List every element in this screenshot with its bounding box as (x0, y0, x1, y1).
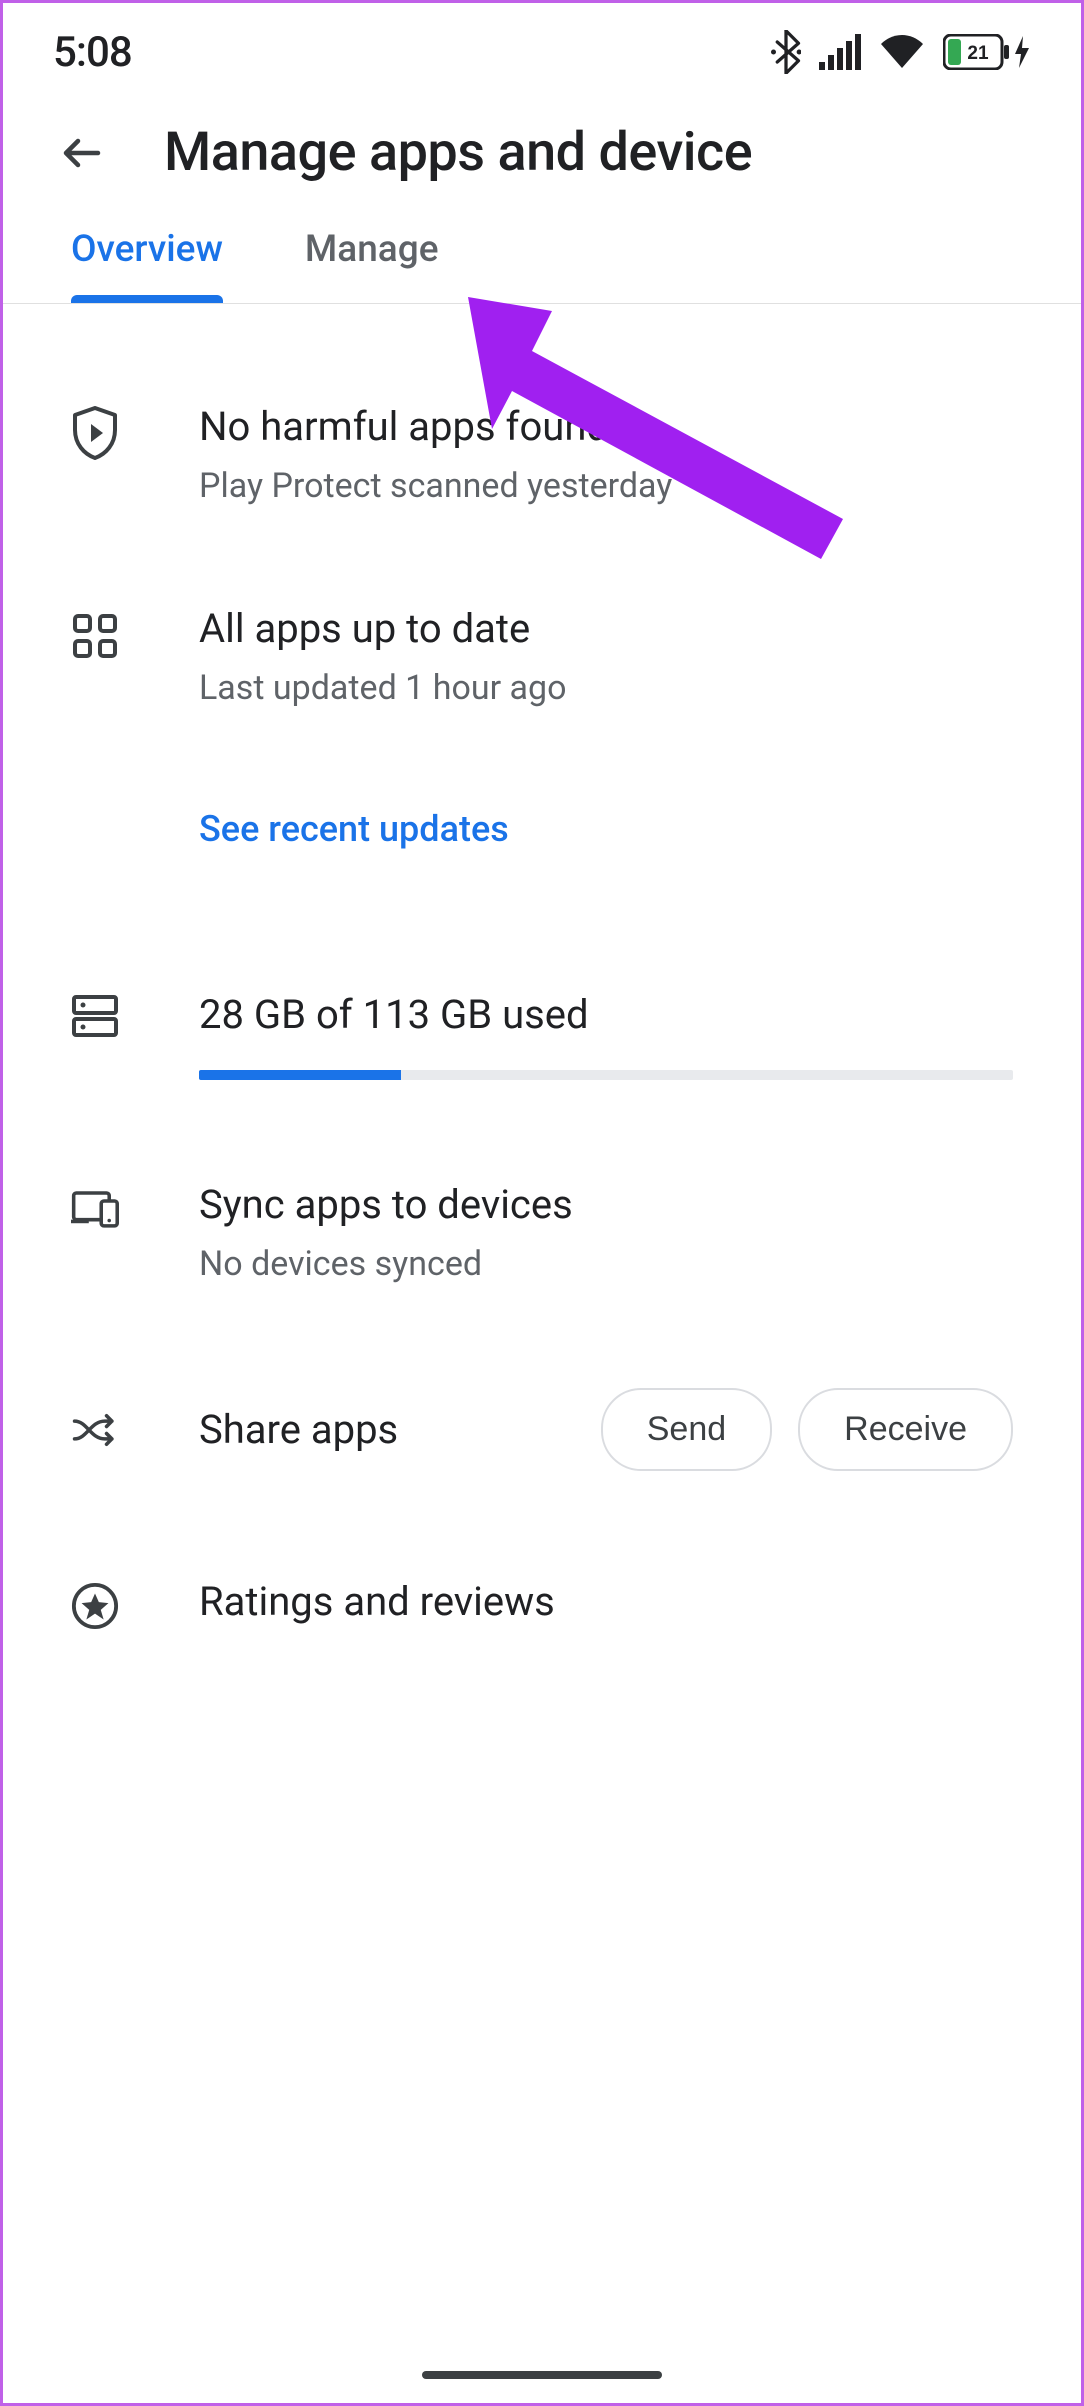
storage-bar-fill (199, 1070, 401, 1080)
play-protect-sub: Play Protect scanned yesterday (199, 466, 1013, 506)
apps-grid-icon (73, 614, 117, 658)
wifi-icon (879, 34, 925, 70)
tab-bar: Overview Manage (3, 228, 1081, 304)
status-icons: 21 (771, 30, 1031, 74)
row-play-protect[interactable]: No harmful apps found Play Protect scann… (3, 402, 1081, 506)
page-title: Manage apps and device (164, 121, 752, 184)
row-updates[interactable]: All apps up to date Last updated 1 hour … (3, 604, 1081, 850)
app-header: Manage apps and device (3, 93, 1081, 228)
share-title: Share apps (199, 1406, 575, 1453)
back-button[interactable] (58, 129, 106, 177)
status-bar: 5:08 21 (3, 3, 1081, 93)
bluetooth-icon (771, 30, 801, 74)
content: No harmful apps found Play Protect scann… (3, 402, 1081, 1631)
updates-title: All apps up to date (199, 604, 1013, 654)
row-ratings[interactable]: Ratings and reviews (3, 1577, 1081, 1631)
row-sync[interactable]: Sync apps to devices No devices synced (3, 1180, 1081, 1284)
storage-title: 28 GB of 113 GB used (199, 990, 1013, 1040)
receive-button[interactable]: Receive (798, 1388, 1013, 1471)
tab-overview[interactable]: Overview (71, 228, 223, 303)
shuffle-icon (71, 1410, 119, 1450)
status-time: 5:08 (53, 28, 132, 77)
tab-manage[interactable]: Manage (305, 228, 439, 303)
storage-bar (199, 1070, 1013, 1080)
row-storage[interactable]: 28 GB of 113 GB used (3, 990, 1081, 1080)
row-share: Share apps Send Receive (3, 1388, 1081, 1471)
play-protect-title: No harmful apps found (199, 402, 1013, 452)
devices-icon (71, 1188, 119, 1230)
send-button[interactable]: Send (601, 1388, 772, 1471)
home-indicator[interactable] (422, 2371, 662, 2379)
storage-icon (71, 994, 119, 1038)
cellular-signal-icon (819, 34, 861, 70)
updates-sub: Last updated 1 hour ago (199, 668, 1013, 708)
battery-indicator: 21 (943, 34, 1031, 70)
see-recent-updates-link[interactable]: See recent updates (199, 808, 509, 850)
shield-play-icon (71, 406, 119, 460)
svg-text:21: 21 (967, 43, 989, 64)
star-circle-icon (71, 1581, 119, 1631)
arrow-left-icon (58, 129, 106, 177)
ratings-title: Ratings and reviews (199, 1577, 1013, 1627)
charging-icon (1013, 34, 1031, 70)
sync-sub: No devices synced (199, 1244, 1013, 1284)
sync-title: Sync apps to devices (199, 1180, 1013, 1230)
